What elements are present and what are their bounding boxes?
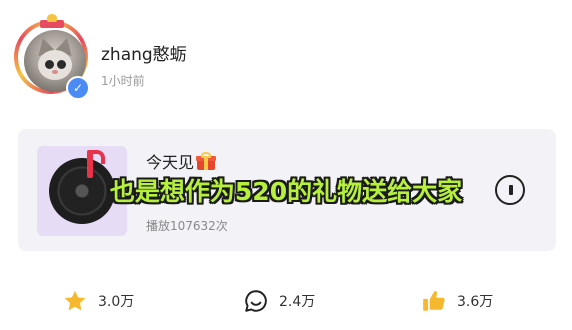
play-count: 播放107632次 (146, 219, 228, 233)
thumbs-up-icon (423, 291, 445, 311)
avatar[interactable]: ✓ (14, 14, 90, 100)
username[interactable]: zhang憨蛎 (101, 40, 187, 65)
comment-count: 2.4万 (279, 294, 316, 310)
crown-icon (38, 14, 66, 28)
action-bar: 3.0万 2.4万 3.6万 (0, 286, 572, 316)
gift-icon (196, 152, 217, 170)
song-title-row: 今天见 (146, 149, 217, 173)
like-button[interactable]: 3.6万 (421, 286, 493, 316)
song-title: 今天见 (146, 153, 195, 172)
favorite-count: 3.0万 (98, 294, 135, 310)
verified-badge-icon: ✓ (66, 76, 90, 100)
video-caption: 也是想作为520的礼物送给大家 (109, 177, 463, 206)
post-timestamp: 1小时前 (101, 74, 145, 88)
comment-icon (245, 290, 267, 312)
comment-button[interactable]: 2.4万 (243, 286, 315, 316)
favorite-button[interactable]: 3.0万 (62, 286, 134, 316)
star-icon (64, 290, 86, 311)
like-count: 3.6万 (457, 294, 494, 310)
